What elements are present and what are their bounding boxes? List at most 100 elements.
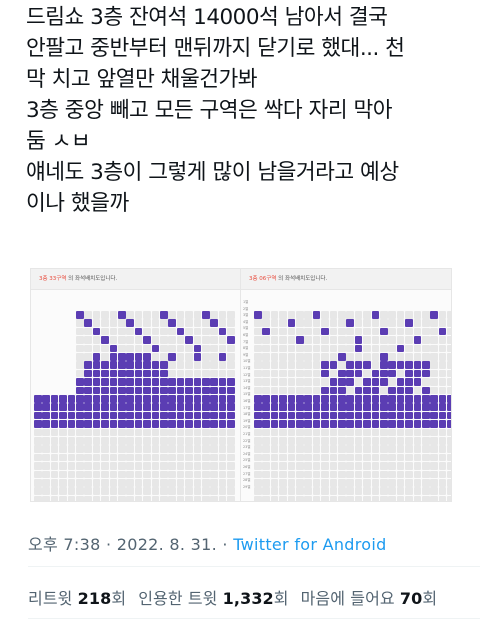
row-label: 6열 xyxy=(243,333,249,337)
seat-available xyxy=(118,395,126,403)
attached-image[interactable]: 3층 33구역 의 좌석배치도입니다. 3층 06구역 의 좌석배치도입니다. … xyxy=(30,268,460,502)
tweet-line: 이나 했을까 xyxy=(26,191,129,216)
seat-closed xyxy=(254,361,262,369)
tweet-date[interactable]: 2022. 8. 31. xyxy=(117,535,217,554)
seat-available xyxy=(329,411,338,420)
seat-closed xyxy=(430,479,438,487)
seat-closed xyxy=(270,344,279,353)
tweet-time[interactable]: 오후 7:38 xyxy=(28,535,101,554)
seat-available xyxy=(363,411,371,420)
seat-closed xyxy=(42,428,50,437)
separator: · xyxy=(100,535,117,554)
seat-closed xyxy=(287,445,296,453)
seat-closed xyxy=(254,378,262,386)
seat-closed xyxy=(270,453,279,462)
seat-available xyxy=(151,403,160,411)
seat-closed xyxy=(447,327,451,336)
seat-closed xyxy=(126,487,134,495)
tweet-source-link[interactable]: Twitter for Android xyxy=(233,535,386,554)
seat-closed xyxy=(193,361,202,369)
seat-closed xyxy=(287,386,296,395)
seat-available xyxy=(422,369,430,378)
seat-closed xyxy=(227,487,235,495)
seat-available xyxy=(388,395,396,403)
seat-closed xyxy=(422,437,430,445)
seat-available xyxy=(92,386,101,395)
seat-available xyxy=(202,403,210,411)
seat-closed xyxy=(59,445,67,453)
quotes-unit: 회 xyxy=(273,589,289,608)
seat-available xyxy=(405,411,413,420)
seat-available xyxy=(279,411,287,420)
seat-available xyxy=(176,420,185,428)
row-label: 15열 xyxy=(243,392,251,397)
seat-available xyxy=(304,395,312,403)
seat-available xyxy=(329,403,338,411)
seat-closed xyxy=(254,487,262,495)
seat-closed xyxy=(254,336,262,344)
seat-closed xyxy=(363,311,371,319)
seat-closed xyxy=(218,319,227,327)
seat-available xyxy=(396,411,405,420)
seat-available xyxy=(405,319,413,327)
seat-available xyxy=(134,353,143,361)
seat-closed xyxy=(118,470,126,479)
seatmap-panel-left[interactable]: 3층 33구역 의 좌석배치도입니다. xyxy=(30,268,242,502)
quotes-count: 1,332 xyxy=(222,589,274,608)
seat-closed xyxy=(380,336,388,344)
seat-closed xyxy=(321,470,329,479)
seat-closed xyxy=(363,479,371,487)
seat-closed xyxy=(447,361,451,369)
seat-closed xyxy=(50,437,59,445)
seat-closed xyxy=(76,336,84,344)
seat-closed xyxy=(329,445,338,453)
quote-tweets-stat[interactable]: 인용한 트윗 1,332회 xyxy=(138,589,288,608)
seat-closed xyxy=(296,386,304,395)
seat-available xyxy=(312,420,321,428)
seat-closed xyxy=(413,353,422,361)
seat-closed xyxy=(371,462,380,470)
seat-available xyxy=(413,378,422,386)
likes-stat[interactable]: 마음에 들어요 70회 xyxy=(301,589,438,608)
seat-closed xyxy=(321,378,329,386)
seat-closed xyxy=(270,353,279,361)
seat-available xyxy=(101,403,109,411)
seat-closed xyxy=(371,361,380,369)
seat-closed xyxy=(363,353,371,361)
row-label: 28열 xyxy=(243,478,251,483)
seat-closed xyxy=(287,428,296,437)
seat-closed xyxy=(413,311,422,319)
seat-closed xyxy=(59,470,67,479)
seat-closed xyxy=(84,353,92,361)
seat-closed xyxy=(42,437,50,445)
seat-closed xyxy=(254,386,262,395)
seat-closed xyxy=(84,336,92,344)
seat-available xyxy=(279,395,287,403)
seat-closed xyxy=(254,369,262,378)
seat-closed xyxy=(59,437,67,445)
seat-closed xyxy=(218,453,227,462)
seat-closed xyxy=(210,361,218,369)
seat-closed xyxy=(202,319,210,327)
seat-closed xyxy=(422,319,430,327)
seat-closed xyxy=(185,445,193,453)
seat-available xyxy=(218,403,227,411)
seat-closed xyxy=(185,353,193,361)
seat-closed xyxy=(270,327,279,336)
seat-closed xyxy=(312,445,321,453)
seat-available xyxy=(312,311,321,319)
retweets-stat[interactable]: 리트윗 218회 xyxy=(28,589,126,608)
seat-closed xyxy=(405,470,413,479)
seat-closed xyxy=(254,495,262,501)
seat-closed xyxy=(193,470,202,479)
seat-closed xyxy=(262,462,270,470)
row-label: 1열 xyxy=(243,300,249,304)
seat-closed xyxy=(413,470,422,479)
seat-closed xyxy=(34,470,42,479)
seat-closed xyxy=(354,470,363,479)
seat-closed xyxy=(42,495,50,501)
seatmap-panel-right[interactable]: 3층 06구역 의 좌석배치도입니다. 1열 2열 3열 4열 5열 6열 7열 8열 9열 10… xyxy=(240,268,452,502)
seat-closed xyxy=(92,470,101,479)
seat-closed xyxy=(262,311,270,319)
seat-available xyxy=(126,353,134,361)
